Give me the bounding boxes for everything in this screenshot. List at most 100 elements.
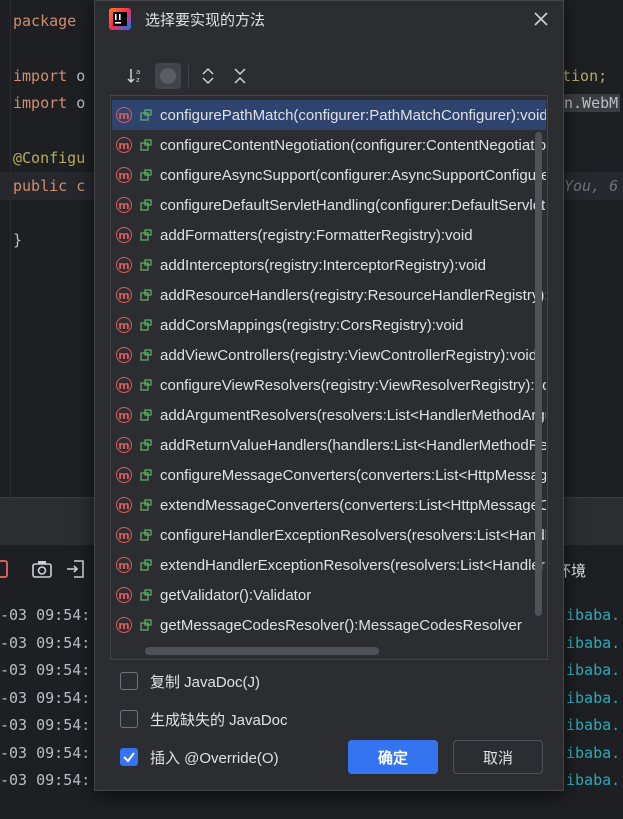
method-icon: m bbox=[116, 107, 132, 123]
implement-methods-dialog: 选择要实现的方法 a z m configurePathMatch(config… bbox=[94, 0, 564, 791]
method-row[interactable]: m configureViewResolvers(registry:ViewRes… bbox=[112, 370, 546, 400]
inline-blame-hint: You, 6 bbox=[564, 177, 619, 195]
console-line: -03 09:54: bbox=[0, 689, 91, 707]
method-icon: m bbox=[116, 227, 132, 243]
public-access-icon bbox=[140, 469, 152, 481]
public-access-icon bbox=[140, 169, 152, 181]
method-row[interactable]: m addFormatters(registry:FormatterRegistr… bbox=[112, 220, 546, 250]
method-icon: m bbox=[116, 167, 132, 183]
method-row[interactable]: m addCorsMappings(registry:CorsRegistry):… bbox=[112, 310, 546, 340]
generate-javadoc-option[interactable]: 生成缺失的 JavaDoc bbox=[120, 708, 288, 730]
cancel-button[interactable]: 取消 bbox=[453, 740, 543, 774]
method-row[interactable]: m extendHandlerExceptionResolvers(resolve… bbox=[112, 550, 546, 580]
sort-alphabetically-button[interactable]: a z bbox=[123, 63, 149, 89]
method-icon: m bbox=[116, 197, 132, 213]
method-list[interactable]: m configurePathMatch(configurer:PathMatch… bbox=[110, 95, 548, 660]
copy-javadoc-checkbox[interactable] bbox=[120, 672, 138, 690]
vertical-scrollbar[interactable] bbox=[535, 132, 542, 616]
insert-override-option[interactable]: 插入 @Override(O) bbox=[120, 746, 279, 768]
method-row[interactable]: m addResourceHandlers(registry:ResourceHa… bbox=[112, 280, 546, 310]
method-row[interactable]: m configureAsyncSupport(configurer:AsyncS… bbox=[112, 160, 546, 190]
method-icon: m bbox=[116, 437, 132, 453]
collapse-all-button[interactable] bbox=[227, 63, 253, 89]
method-icon: m bbox=[116, 377, 132, 393]
method-row[interactable]: m configureDefaultServletHandling(configu… bbox=[112, 190, 546, 220]
method-signature: addCorsMappings(registry:CorsRegistry):v… bbox=[160, 316, 464, 334]
public-access-icon bbox=[140, 349, 152, 361]
method-row[interactable]: m extendMessageConverters(converters:List… bbox=[112, 490, 546, 520]
method-signature: getMessageCodesResolver():MessageCodesRe… bbox=[160, 616, 522, 634]
method-icon: m bbox=[116, 137, 132, 153]
dialog-toolbar: a z bbox=[95, 59, 563, 95]
show-classes-toggle[interactable] bbox=[155, 63, 181, 89]
method-icon: m bbox=[116, 287, 132, 303]
insert-override-checkbox[interactable] bbox=[120, 748, 138, 766]
collapse-all-icon bbox=[234, 68, 246, 84]
public-access-icon bbox=[140, 139, 152, 151]
close-icon[interactable] bbox=[533, 11, 549, 27]
gutter-divider bbox=[10, 0, 11, 497]
expand-all-button[interactable] bbox=[195, 63, 221, 89]
public-access-icon bbox=[140, 289, 152, 301]
method-signature: configureViewResolvers(registry:ViewReso… bbox=[160, 376, 546, 394]
code-closing-brace: } bbox=[13, 231, 23, 249]
console-logger: ibaba. bbox=[566, 771, 621, 789]
method-row[interactable]: m configurePathMatch(configurer:PathMatch… bbox=[112, 100, 546, 130]
method-row[interactable]: m configureContentNegotiation(configurer:… bbox=[112, 130, 546, 160]
checkmark-icon bbox=[123, 752, 135, 763]
method-row[interactable]: m addReturnValueHandlers(handlers:List<Ha… bbox=[112, 430, 546, 460]
copy-javadoc-option[interactable]: 复制 JavaDoc(J) bbox=[120, 670, 260, 692]
method-icon: m bbox=[116, 317, 132, 333]
generate-javadoc-checkbox[interactable] bbox=[120, 710, 138, 728]
console-line: -03 09:54: bbox=[0, 606, 91, 624]
method-signature: configureContentNegotiation(configurer:C… bbox=[160, 136, 546, 154]
expand-all-icon bbox=[202, 67, 214, 85]
public-access-icon bbox=[140, 409, 152, 421]
circle-icon bbox=[160, 68, 176, 84]
method-signature: getValidator():Validator bbox=[160, 586, 312, 604]
ok-button[interactable]: 确定 bbox=[348, 740, 438, 774]
console-line: -03 09:54: bbox=[0, 634, 91, 652]
method-icon: m bbox=[116, 527, 132, 543]
method-icon: m bbox=[116, 257, 132, 273]
method-icon: m bbox=[116, 587, 132, 603]
public-access-icon bbox=[140, 439, 152, 451]
method-icon: m bbox=[116, 617, 132, 633]
stop-icon[interactable] bbox=[0, 557, 12, 581]
method-signature: configureHandlerExceptionResolvers(resol… bbox=[160, 526, 546, 544]
method-icon: m bbox=[116, 497, 132, 513]
public-access-icon bbox=[140, 199, 152, 211]
intellij-logo-icon bbox=[109, 8, 131, 30]
method-row[interactable]: m getMessageCodesResolver():MessageCodesR… bbox=[112, 610, 546, 640]
horizontal-scrollbar[interactable] bbox=[145, 647, 379, 655]
method-row[interactable]: m addInterceptors(registry:InterceptorReg… bbox=[112, 250, 546, 280]
method-row[interactable]: m configureHandlerExceptionResolvers(reso… bbox=[112, 520, 546, 550]
camera-icon[interactable] bbox=[30, 557, 54, 581]
code-import-2: import o bbox=[13, 94, 86, 112]
method-signature: addFormatters(registry:FormatterRegistry… bbox=[160, 226, 473, 244]
method-row[interactable]: m addViewControllers(registry:ViewControl… bbox=[112, 340, 546, 370]
console-logger: ibaba. bbox=[566, 744, 621, 762]
public-access-icon bbox=[140, 499, 152, 511]
method-row[interactable]: m configureMessageConverters(converters:L… bbox=[112, 460, 546, 490]
code-class-decl: public c bbox=[13, 177, 86, 195]
public-access-icon bbox=[140, 319, 152, 331]
generate-javadoc-label: 生成缺失的 JavaDoc bbox=[150, 711, 288, 729]
method-signature: configurePathMatch(configurer:PathMatchC… bbox=[160, 106, 546, 124]
method-signature: addReturnValueHandlers(handlers:List<Han… bbox=[160, 436, 546, 454]
code-package: package bbox=[13, 12, 77, 30]
console-logger: ibaba. bbox=[566, 634, 621, 652]
method-signature: addArgumentResolvers(resolvers:List<Hand… bbox=[160, 406, 546, 424]
public-access-icon bbox=[140, 589, 152, 601]
copy-javadoc-label: 复制 JavaDoc(J) bbox=[150, 673, 261, 691]
console-line: -03 09:54: bbox=[0, 661, 91, 679]
method-row[interactable]: m addArgumentResolvers(resolvers:List<Han… bbox=[112, 400, 546, 430]
public-access-icon bbox=[140, 229, 152, 241]
method-row[interactable]: m getValidator():Validator bbox=[112, 580, 546, 610]
code-import-2-tail: n.WebM bbox=[562, 94, 621, 112]
method-icon: m bbox=[116, 407, 132, 423]
public-access-icon bbox=[140, 259, 152, 271]
console-logger: ibaba. bbox=[566, 661, 621, 679]
svg-text:a: a bbox=[136, 68, 140, 76]
exit-icon[interactable] bbox=[64, 557, 88, 581]
